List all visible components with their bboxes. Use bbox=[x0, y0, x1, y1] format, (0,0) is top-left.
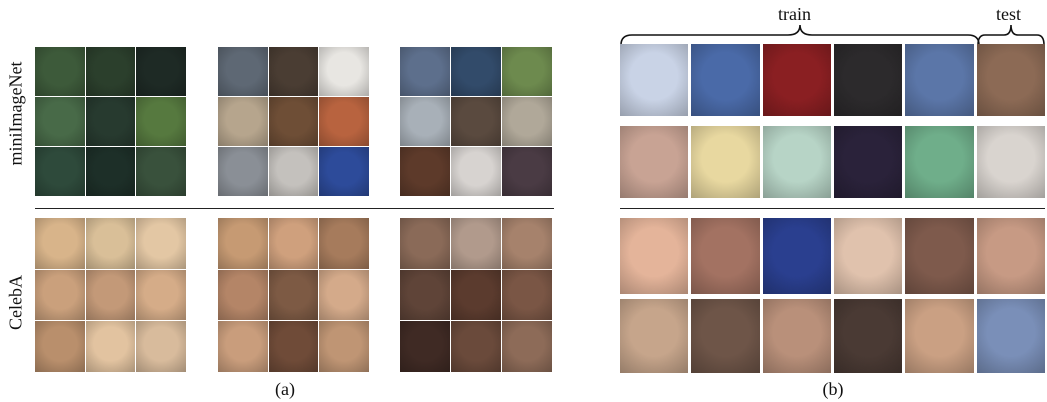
celeba-grid-blonde-image-3 bbox=[136, 218, 186, 269]
faces-strip-2-image-5 bbox=[905, 299, 974, 373]
caption-a: (a) bbox=[275, 379, 295, 399]
celeba-grid-blonde-image-1 bbox=[35, 218, 85, 269]
bowls-strip-image-3 bbox=[762, 126, 831, 198]
bowls-strip-image-2 bbox=[691, 126, 760, 198]
miniimagenet-grid-bells-shoes-bottles-image-5 bbox=[268, 97, 319, 146]
faces-strip-2-image-3 bbox=[762, 299, 831, 373]
miniimagenet-grid-bells-shoes-bottles-image-7 bbox=[218, 147, 268, 196]
celeba-grid-men-image-3 bbox=[502, 218, 552, 269]
vases-strip-image-3 bbox=[762, 44, 831, 116]
celeba-grid-men-image-1 bbox=[400, 218, 450, 269]
celeba-grid-men-image-8 bbox=[451, 321, 501, 372]
miniimagenet-grid-bells-shoes-bottles-image-9 bbox=[319, 147, 369, 196]
faces-strip-1-image-6 bbox=[976, 218, 1045, 294]
celeba-grid-blonde-image-8 bbox=[85, 321, 136, 372]
brace-label-test: test bbox=[996, 4, 1021, 24]
celeba-grid-caps-image-3 bbox=[319, 218, 369, 269]
bowls-strip bbox=[620, 126, 1045, 198]
celeba-grid-men-image-2 bbox=[451, 218, 501, 269]
miniimagenet-grid-fish-image-2 bbox=[85, 47, 136, 96]
celeba-grid-blonde-image-7 bbox=[35, 321, 85, 372]
vases-strip-image-6 bbox=[976, 44, 1045, 116]
celeba-grid-blonde-image-2 bbox=[85, 218, 136, 269]
celeba-grid-blonde-image-4 bbox=[35, 269, 85, 321]
miniimagenet-grid-fish-image-7 bbox=[35, 147, 85, 196]
celeba-grid-caps-image-1 bbox=[218, 218, 268, 269]
miniimagenet-grid-fish bbox=[35, 47, 186, 196]
vases-strip-image-2 bbox=[691, 44, 760, 116]
miniimagenet-grid-fish-image-1 bbox=[35, 47, 85, 96]
vases-strip bbox=[620, 44, 1045, 116]
celeba-grid-caps-image-6 bbox=[319, 269, 369, 321]
celeba-grid-caps-image-7 bbox=[218, 321, 268, 372]
miniimagenet-grid-ships-misc-image-5 bbox=[451, 97, 501, 146]
miniimagenet-grid-ships-misc-image-9 bbox=[502, 147, 552, 196]
faces-strip-1-image-2 bbox=[691, 218, 760, 294]
miniimagenet-grid-bells-shoes-bottles-image-3 bbox=[319, 47, 369, 96]
faces-strip-1-image-5 bbox=[905, 218, 974, 294]
faces-strip-1 bbox=[620, 218, 1045, 294]
miniimagenet-grid-bells-shoes-bottles-image-6 bbox=[319, 97, 369, 146]
vases-strip-image-5 bbox=[905, 44, 974, 116]
train-brace bbox=[620, 24, 980, 46]
celeba-grid-caps-image-9 bbox=[319, 321, 369, 372]
celeba-grid-blonde bbox=[35, 218, 186, 372]
faces-strip-2 bbox=[620, 299, 1045, 373]
bowls-strip-image-4 bbox=[834, 126, 903, 198]
miniimagenet-grid-fish-image-5 bbox=[85, 97, 136, 146]
miniimagenet-grid-fish-image-8 bbox=[85, 147, 136, 196]
celeba-grid-men bbox=[400, 218, 552, 372]
miniimagenet-grid-ships-misc-image-8 bbox=[451, 147, 501, 196]
celeba-grid-men-image-7 bbox=[400, 321, 450, 372]
miniimagenet-grid-ships-misc-image-2 bbox=[451, 47, 501, 96]
miniimagenet-grid-bells-shoes-bottles-image-1 bbox=[218, 47, 268, 96]
celeba-grid-caps bbox=[218, 218, 369, 372]
test-brace bbox=[977, 24, 1045, 46]
celeba-grid-men-image-5 bbox=[451, 269, 501, 321]
bowls-strip-image-1 bbox=[620, 126, 689, 198]
faces-strip-1-image-1 bbox=[620, 218, 689, 294]
celeba-grid-caps-image-2 bbox=[268, 218, 319, 269]
panel-b-divider bbox=[620, 208, 1045, 209]
miniimagenet-grid-bells-shoes-bottles-image-8 bbox=[268, 147, 319, 196]
faces-strip-1-image-3 bbox=[762, 218, 831, 294]
miniimagenet-grid-bells-shoes-bottles bbox=[218, 47, 369, 196]
celeba-grid-caps-image-8 bbox=[268, 321, 319, 372]
miniimagenet-grid-ships-misc-image-4 bbox=[400, 97, 450, 146]
celeba-grid-blonde-image-9 bbox=[136, 321, 186, 372]
faces-strip-2-image-6 bbox=[976, 299, 1045, 373]
faces-strip-2-image-4 bbox=[834, 299, 903, 373]
bowls-strip-image-6 bbox=[976, 126, 1045, 198]
miniimagenet-grid-fish-image-9 bbox=[136, 147, 186, 196]
brace-label-train: train bbox=[778, 4, 811, 24]
vases-strip-image-1 bbox=[620, 44, 689, 116]
celeba-grid-caps-image-4 bbox=[218, 269, 268, 321]
faces-strip-1-image-4 bbox=[834, 218, 903, 294]
miniimagenet-grid-bells-shoes-bottles-image-4 bbox=[218, 97, 268, 146]
celeba-grid-caps-image-5 bbox=[268, 269, 319, 321]
faces-strip-2-image-2 bbox=[691, 299, 760, 373]
miniimagenet-grid-ships-misc bbox=[400, 47, 552, 196]
celeba-grid-blonde-image-6 bbox=[136, 269, 186, 321]
miniimagenet-grid-ships-misc-image-3 bbox=[502, 47, 552, 96]
bowls-strip-image-5 bbox=[905, 126, 974, 198]
row-label-miniimagenet: miniImageNet bbox=[5, 61, 26, 166]
celeba-grid-men-image-6 bbox=[502, 269, 552, 321]
miniimagenet-grid-fish-image-3 bbox=[136, 47, 186, 96]
vases-strip-image-4 bbox=[834, 44, 903, 116]
miniimagenet-grid-ships-misc-image-6 bbox=[502, 97, 552, 146]
miniimagenet-grid-bells-shoes-bottles-image-2 bbox=[268, 47, 319, 96]
miniimagenet-grid-ships-misc-image-7 bbox=[400, 147, 450, 196]
miniimagenet-grid-ships-misc-image-1 bbox=[400, 47, 450, 96]
row-label-celeba: CelebA bbox=[5, 275, 26, 330]
panel-a-divider bbox=[35, 208, 554, 209]
celeba-grid-blonde-image-5 bbox=[85, 269, 136, 321]
caption-b: (b) bbox=[822, 379, 844, 399]
faces-strip-2-image-1 bbox=[620, 299, 689, 373]
celeba-grid-men-image-9 bbox=[502, 321, 552, 372]
celeba-grid-men-image-4 bbox=[400, 269, 450, 321]
miniimagenet-grid-fish-image-6 bbox=[136, 97, 186, 146]
miniimagenet-grid-fish-image-4 bbox=[35, 97, 85, 146]
